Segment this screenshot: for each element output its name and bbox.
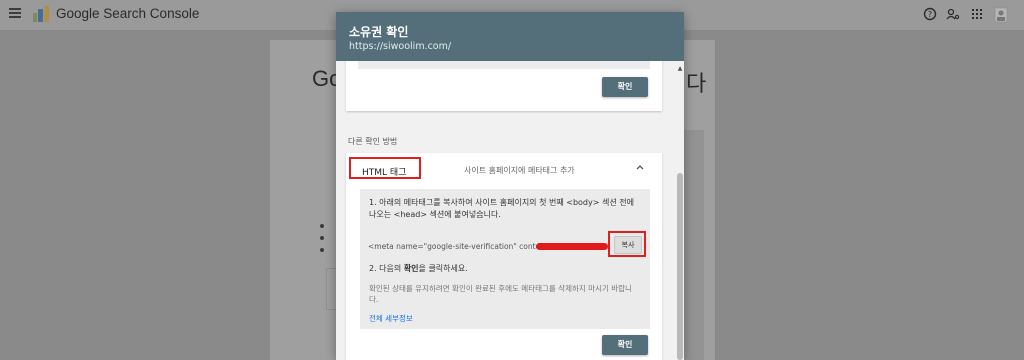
background-panel	[684, 130, 704, 360]
verify-button[interactable]: 확인	[602, 335, 648, 355]
dialog-header: 소유권 확인 https://siwoolim.com/	[336, 12, 684, 61]
step-2-bold: 확인	[403, 264, 419, 273]
verify-button-top[interactable]: 확인	[602, 77, 648, 97]
apps-grid-icon[interactable]	[970, 7, 984, 21]
keep-verified-note: 확인된 상태를 유지하려면 확인이 완료된 후에도 메타태그를 삭제하지 마시기…	[369, 284, 632, 304]
html-tag-instructions: 1. 아래의 메타태그를 복사하여 사이트 홈페이지의 첫 번째 <body> …	[360, 189, 650, 329]
scrollbar[interactable]: ▲	[676, 61, 684, 360]
html-tag-description: 사이트 홈페이지에 메타태그 추가	[464, 166, 575, 175]
meta-tag-code[interactable]: <meta name="google-site-verification" co…	[368, 242, 554, 251]
recommended-method-card: 확인	[346, 61, 662, 111]
highlight-box	[608, 231, 646, 257]
step-2-suffix: 을 클릭하세요.	[418, 264, 468, 273]
html-tag-header[interactable]: HTML 태그 사이트 홈페이지에 메타태그 추가	[346, 153, 662, 187]
html-tag-method-card: HTML 태그 사이트 홈페이지에 메타태그 추가 1. 아래의 메타태그를 복…	[346, 153, 662, 360]
full-details-link[interactable]: 전체 세부정보	[369, 313, 413, 324]
account-icon[interactable]	[994, 7, 1008, 23]
menu-icon[interactable]	[9, 8, 21, 18]
property-url: https://siwoolim.com/	[349, 41, 452, 52]
step-2-text: 2. 다음의 확인을 클릭하세요.	[369, 263, 468, 274]
chevron-up-icon[interactable]	[636, 163, 644, 173]
card-content	[358, 61, 650, 69]
search-console-logo-icon	[33, 6, 49, 22]
user-settings-icon[interactable]	[946, 7, 960, 21]
step-2-prefix: 2. 다음의	[369, 264, 404, 273]
other-methods-label: 다른 확인 방법	[348, 137, 398, 146]
dialog-title: 소유권 확인	[349, 25, 409, 39]
highlight-box	[349, 157, 421, 179]
dialog-body: 확인 다른 확인 방법 HTML 태그 사이트 홈페이지에 메타태그 추가 1.…	[336, 61, 684, 360]
ownership-verification-dialog: 소유권 확인 https://siwoolim.com/ 확인 다른 확인 방법…	[336, 12, 684, 360]
redaction-mark	[536, 243, 608, 250]
scroll-up-icon[interactable]: ▲	[677, 65, 683, 72]
app-title: Google Search Console	[56, 6, 200, 21]
step-1-text: 1. 아래의 메타태그를 복사하여 사이트 홈페이지의 첫 번째 <body> …	[369, 198, 634, 219]
background-heading-end: 다	[686, 72, 707, 97]
background-list	[320, 224, 324, 260]
svg-text:?: ?	[928, 10, 932, 19]
scrollbar-thumb[interactable]	[677, 173, 683, 360]
help-icon[interactable]: ?	[923, 7, 937, 21]
